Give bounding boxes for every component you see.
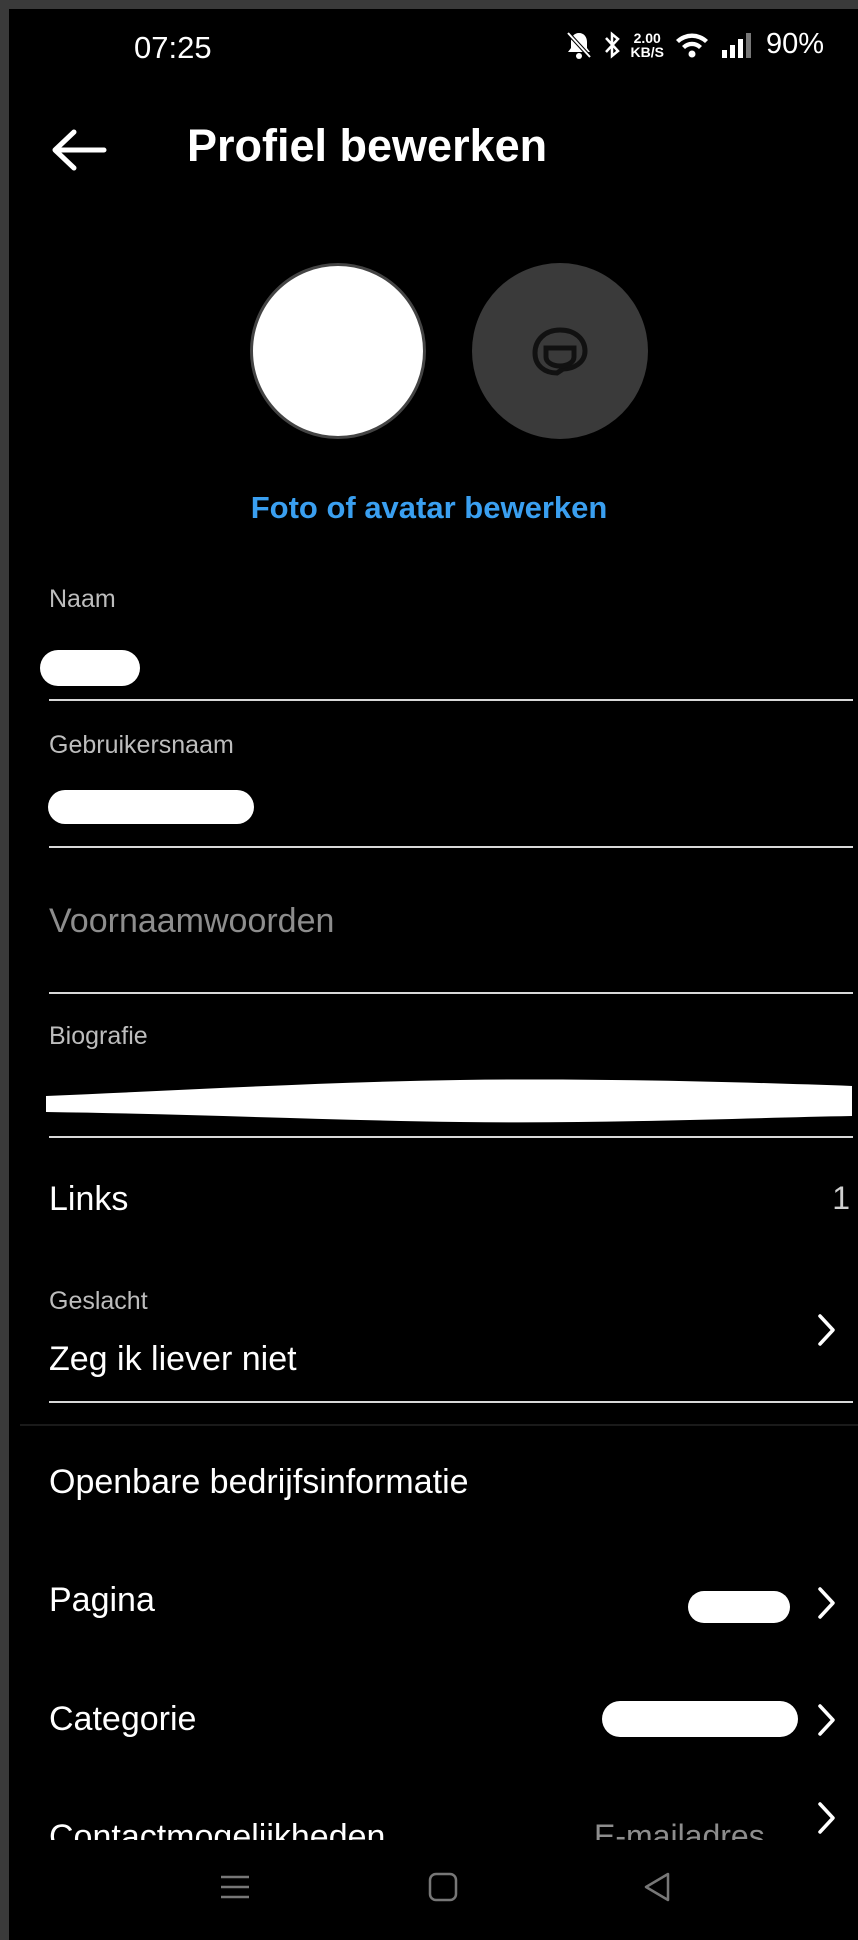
pronouns-input[interactable]: Voornaamwoorden [49,902,334,941]
bio-field[interactable]: Biografie [49,1022,853,1051]
links-count: 1 [832,1180,850,1216]
chevron-right-icon[interactable] [816,1702,838,1738]
page-value-redacted [688,1591,790,1623]
pronouns-underline [49,992,853,994]
gender-field[interactable]: Geslacht [49,1287,853,1316]
avatar-slot[interactable] [472,263,648,439]
status-time: 07:25 [134,30,212,65]
bio-underline [49,1136,853,1138]
chevron-right-icon[interactable] [816,1312,838,1348]
business-info-heading: Openbare bedrijfsinformatie [49,1463,469,1501]
category-row[interactable]: Categorie [49,1700,196,1739]
bell-off-icon [566,31,591,59]
section-divider [20,1424,858,1426]
contact-row-clip: Contactmogelijkheden E-mailadres [0,1800,858,1840]
wifi-icon [675,33,708,57]
bio-value-redacted [46,1079,852,1123]
status-bar: 07:25 2.00 KB/S 90% [20,10,858,80]
avatar-face-icon [532,327,588,376]
screen-border [0,0,858,1940]
net-speed-unit: KB/S [630,43,664,60]
signal-icon [721,32,751,58]
gender-underline [49,1401,853,1403]
name-label: Naam [49,585,116,613]
profile-photo[interactable] [250,263,426,439]
net-speed-value: 2.00 [633,29,661,46]
bio-label: Biografie [49,1022,148,1050]
back-triangle-icon[interactable] [640,1870,674,1904]
edit-photo-avatar-link[interactable]: Foto of avatar bewerken [0,490,858,526]
app-header: Profiel bewerken [20,110,858,190]
contact-options-row[interactable]: Contactmogelijkheden [49,1818,385,1840]
name-underline [49,699,853,701]
page-row[interactable]: Pagina [49,1581,155,1620]
system-nav-bar [0,1840,858,1940]
username-label: Gebruikersnaam [49,731,234,759]
menu-icon[interactable] [218,1870,252,1904]
status-icons: 2.00 KB/S 90% [565,28,824,61]
gender-label: Geslacht [49,1287,148,1315]
bluetooth-icon [604,30,620,59]
name-field[interactable]: Naam [49,585,853,614]
username-value-redacted [48,790,254,824]
username-underline [49,846,853,848]
home-icon[interactable] [426,1870,460,1904]
chevron-right-icon[interactable] [816,1585,838,1621]
chevron-right-icon[interactable] [816,1800,838,1836]
category-value-redacted [602,1701,798,1737]
net-speed: 2.00 KB/S [631,31,664,59]
name-value-redacted [40,650,140,686]
links-row[interactable]: Links [49,1180,128,1219]
arrow-left-icon[interactable] [48,128,108,172]
contact-value: E-mailadres [594,1818,765,1840]
battery-level: 90% [765,28,824,60]
gender-value: Zeg ik liever niet [49,1340,297,1378]
username-field[interactable]: Gebruikersnaam [49,731,853,760]
page-title: Profiel bewerken [187,120,548,171]
